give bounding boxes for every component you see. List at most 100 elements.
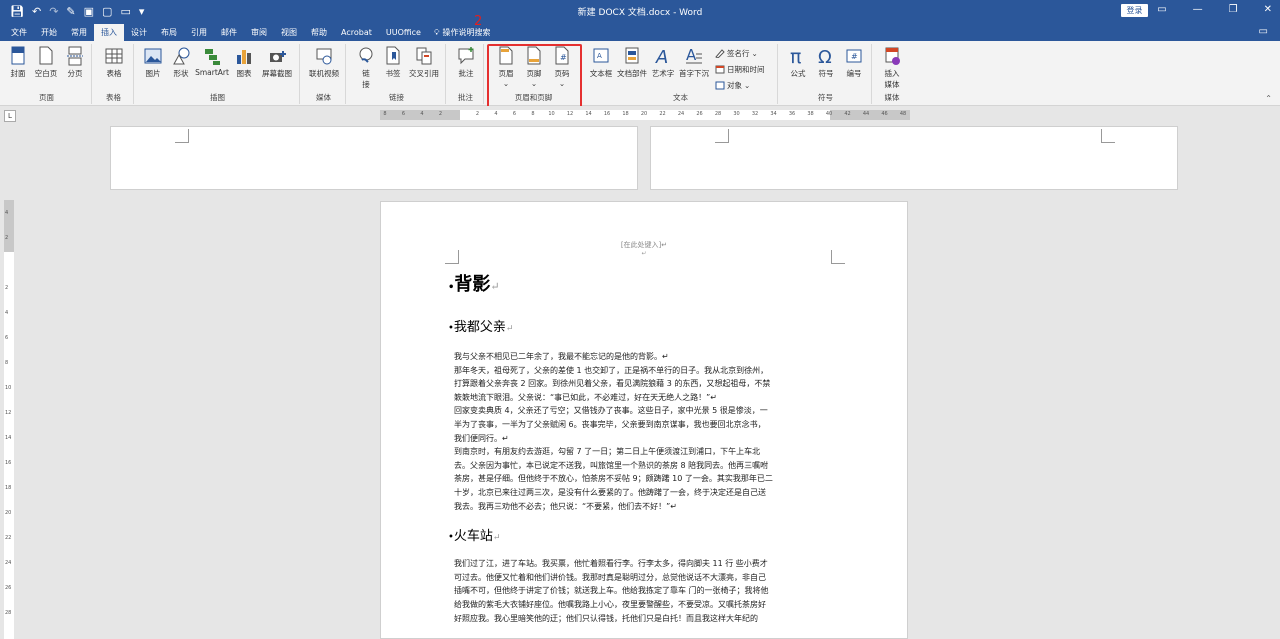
tab-file[interactable]: 文件 — [4, 24, 34, 41]
online-video-button[interactable]: 联机视频 — [306, 46, 342, 79]
vruler-tick: 10 — [5, 385, 12, 391]
tab-review[interactable]: 审阅 — [244, 24, 274, 41]
vruler-tick: 4 — [5, 310, 9, 316]
equation-button[interactable]: π 公式 — [785, 46, 811, 79]
ruler-tick: 36 — [788, 111, 796, 117]
insert-media-button[interactable]: 插入 媒体 — [879, 46, 905, 90]
symbol-button[interactable]: Ω 符号 — [813, 46, 839, 79]
svg-text:#: # — [851, 52, 858, 61]
ruler-tick: 8 — [531, 111, 535, 117]
close-icon[interactable]: ✕ — [1264, 4, 1272, 15]
tell-me-search[interactable]: 💡︎ 操作说明搜索 — [428, 24, 497, 41]
wordart-button[interactable]: A 艺术字 — [649, 46, 677, 79]
svg-text:A: A — [655, 47, 668, 66]
vruler-tick: 6 — [5, 335, 9, 341]
heading-section-1[interactable]: •我都父亲↵ — [448, 316, 834, 340]
tab-uuoffice[interactable]: UUOffice — [379, 24, 428, 41]
page-previous-right[interactable] — [650, 126, 1178, 190]
tab-stop-selector[interactable]: L — [4, 110, 16, 122]
document-title: 新建 DOCX 文档.docx - Word — [577, 8, 703, 18]
quick-parts-button[interactable]: 文档部件 — [615, 46, 649, 79]
vertical-ruler[interactable]: 4 2 2 4 6 8 10 12 14 16 18 20 22 24 26 28 — [4, 200, 14, 639]
ruler-tick: 2 — [475, 111, 480, 117]
tab-references[interactable]: 引用 — [184, 24, 214, 41]
wordart-icon: A — [655, 47, 668, 66]
group-text: A 文本框 文档部件 A 艺术字 A 首字下沉 签名行 ⌄ 日期和时间 对象 ⌄ 文… — [584, 44, 778, 104]
heading-title[interactable]: •背影↵ — [448, 270, 834, 298]
vruler-tick: 20 — [5, 510, 12, 516]
window-controls: ▭ — ❐ ✕ — [1157, 4, 1272, 15]
cover-page-button[interactable]: 封面 — [6, 46, 30, 79]
tab-help[interactable]: 帮助 — [304, 24, 334, 41]
ruler-tick: 4 — [420, 111, 424, 117]
bookmark-icon — [386, 46, 400, 65]
new-document-icon[interactable]: ▢ — [102, 5, 112, 18]
group-media: 联机视频 媒体 — [302, 44, 346, 104]
vruler-tick: 22 — [5, 535, 12, 541]
text-line: 插嘴不可，但他终于讲定了价钱；就送我上车。他给我拣定了靠车 门的一张椅子；我将他 — [454, 586, 769, 596]
restore-icon[interactable]: ❐ — [1229, 4, 1238, 15]
bookmark-button[interactable]: 书签 — [382, 46, 404, 79]
tab-home[interactable]: 开始 — [34, 24, 64, 41]
chart-button[interactable]: 图表 — [232, 46, 256, 79]
undo-icon[interactable]: ↶ — [32, 5, 41, 18]
signature-line-button[interactable]: 签名行 ⌄ — [715, 48, 758, 59]
comment-icon — [458, 47, 474, 65]
drop-cap-button[interactable]: A 首字下沉 — [677, 46, 711, 79]
tab-insert[interactable]: 插入 — [94, 24, 124, 41]
heading-section-2[interactable]: •火车站↵ — [448, 525, 834, 547]
picture-button[interactable]: 图片 — [140, 46, 166, 79]
group-illustrations: 图片 形状 SmartArt 图表 屏幕截图 插图 — [136, 44, 300, 104]
ruler-tick: 18 — [622, 111, 629, 117]
smartart-icon — [205, 49, 220, 65]
format-painter-icon[interactable]: ✎ — [66, 5, 75, 18]
link-button[interactable]: 链 接 — [354, 46, 378, 90]
tab-design[interactable]: 设计 — [124, 24, 154, 41]
quick-access-toolbar: 💾︎ ↶ ↷ ✎ ▣ ▢ ▭ ▾ — [0, 5, 144, 18]
document-page[interactable]: [在此处键入]↵ ↵ •背影↵ •我都父亲↵ 我与父亲不相见已二年余了，我最不能… — [380, 201, 908, 639]
text-line: 十岁，北京已来往过两三次，是没有什么要紧的了。他踌躇了一会，终于决定还是自己送 — [454, 487, 766, 497]
tab-view[interactable]: 视图 — [274, 24, 304, 41]
print-preview-icon[interactable]: ▣ — [84, 5, 94, 18]
redo-icon[interactable]: ↷ — [49, 5, 58, 18]
ribbon-display-options-icon[interactable]: ▭ — [1157, 4, 1166, 15]
cross-reference-button[interactable]: 交叉引用 — [406, 46, 442, 79]
screenshot-button[interactable]: 屏幕截图 — [258, 46, 296, 79]
page-break-button[interactable]: 分页 — [62, 46, 88, 79]
document-body[interactable]: •背影↵ •我都父亲↵ 我与父亲不相见已二年余了，我最不能忘记的是他的背影。↵ … — [448, 270, 834, 625]
open-folder-icon[interactable]: ▭ — [120, 5, 130, 18]
paragraph-2[interactable]: 我们过了江，进了车站。我买票，他忙着照看行李。行李太多，得向脚夫 11 行 些小… — [454, 557, 834, 625]
table-button[interactable]: 表格 — [101, 46, 127, 79]
customize-toolbar-icon[interactable]: ▾ — [139, 5, 145, 18]
ruler-tick: 14 — [585, 111, 592, 117]
vruler-tick: 14 — [5, 435, 12, 441]
tab-mailings[interactable]: 邮件 — [214, 24, 244, 41]
ruler-tick: 4 — [494, 111, 498, 117]
new-comment-button[interactable]: 批注 — [454, 46, 478, 79]
text-line: 回家变卖典质 4，父亲还了亏空；又借钱办了丧事。这些日子，家中光景 5 很是惨淡… — [454, 406, 768, 416]
minimize-icon[interactable]: — — [1193, 4, 1203, 15]
tab-layout[interactable]: 布局 — [154, 24, 184, 41]
object-button[interactable]: 对象 ⌄ — [715, 80, 750, 91]
insert-media-icon — [885, 47, 900, 65]
tab-acrobat[interactable]: Acrobat — [334, 24, 379, 41]
tab-common[interactable]: 常用 — [64, 24, 94, 41]
header-placeholder[interactable]: [在此处键入]↵ — [381, 240, 907, 250]
comments-icon[interactable]: ▭ — [1259, 26, 1268, 37]
login-button[interactable]: 登录 — [1121, 4, 1148, 17]
page-previous-left[interactable] — [110, 126, 638, 190]
smartart-button[interactable]: SmartArt — [194, 46, 230, 77]
number-icon: # — [846, 49, 862, 63]
ruler-tick: 42 — [844, 111, 851, 117]
paragraph-1[interactable]: 我与父亲不相见已二年余了，我最不能忘记的是他的背影。↵ 那年冬天，祖母死了，父亲… — [454, 350, 834, 513]
horizontal-ruler[interactable]: 8 6 4 2 2 4 6 8 10 12 14 16 18 20 22 24 26 28 30 32 34 36 38 40… — [380, 110, 910, 120]
blank-page-button[interactable]: 空白页 — [32, 46, 60, 79]
textbox-button[interactable]: A 文本框 — [587, 46, 615, 79]
shapes-button[interactable]: 形状 — [168, 46, 194, 79]
date-time-button[interactable]: 日期和时间 — [715, 64, 765, 75]
save-icon[interactable]: 💾︎ — [10, 5, 24, 18]
numbering-button[interactable]: # 编号 — [841, 46, 867, 79]
vruler-tick: 8 — [5, 360, 9, 366]
collapse-ribbon-icon[interactable]: ⌃ — [1265, 94, 1272, 103]
vruler-tick: 18 — [5, 485, 12, 491]
